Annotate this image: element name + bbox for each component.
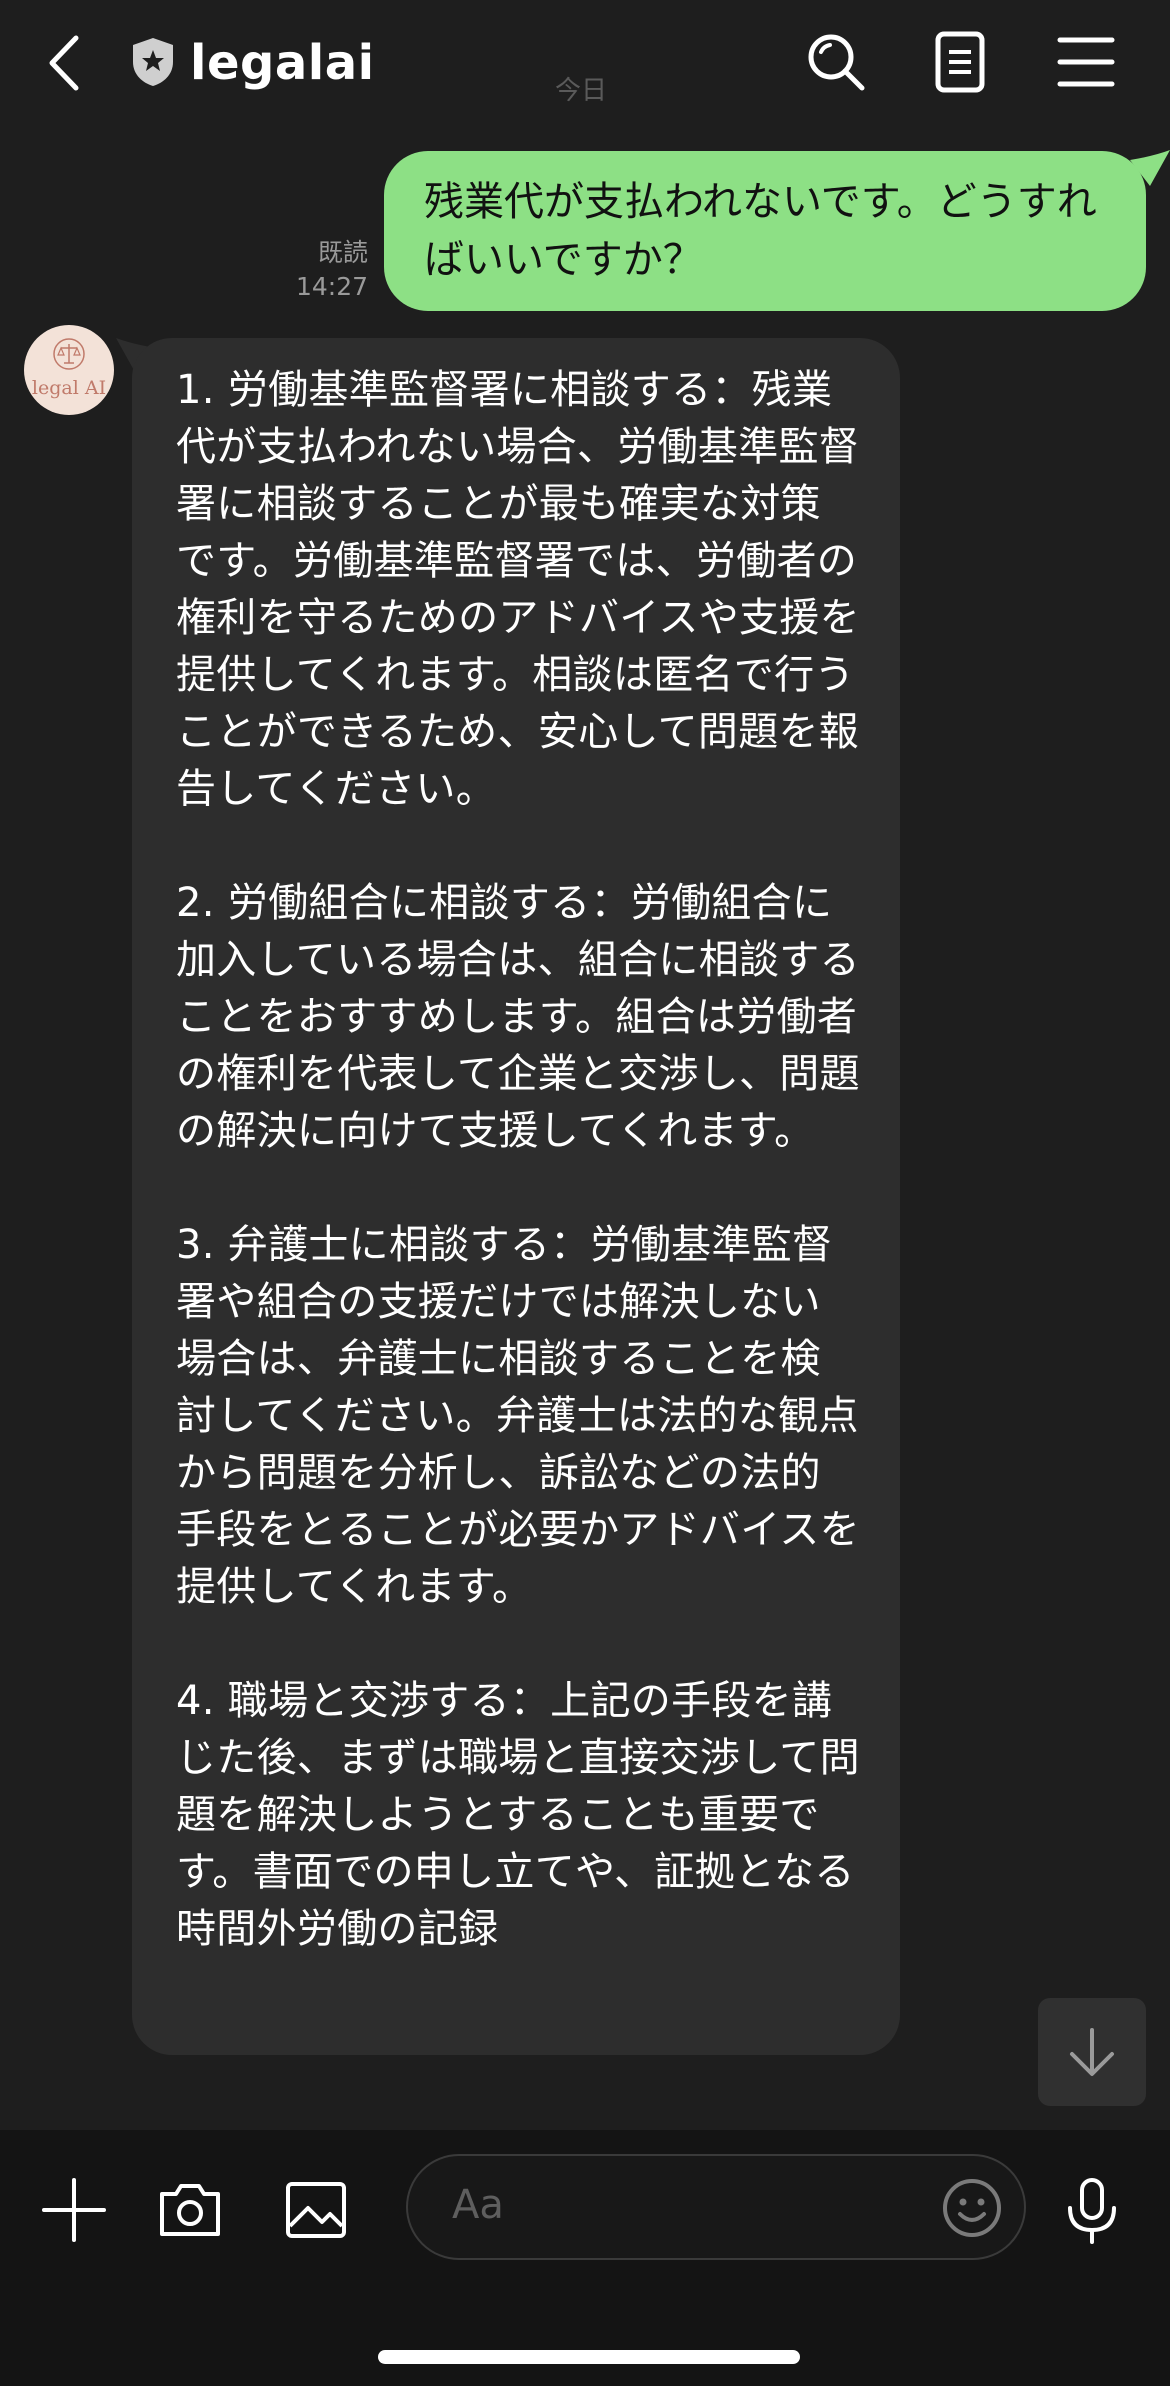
menu-icon[interactable] [1054, 30, 1118, 94]
input-placeholder: Aa [452, 2182, 504, 2228]
received-message-bubble[interactable]: 1. 労働基準監督署に相談する：残業代が支払われない場合、労働基準監督署に相談す… [132, 338, 900, 2055]
avatar[interactable]: legal AI [24, 325, 114, 415]
sent-message-meta: 既読 14:27 [296, 236, 368, 304]
answer-paragraph: 1. 労働基準監督署に相談する：残業代が支払われない場合、労働基準監督署に相談す… [176, 367, 860, 812]
emoji-icon[interactable] [940, 2176, 1004, 2240]
sent-message-bubble[interactable]: 残業代が支払われないです。どうすればいいですか？ [384, 151, 1146, 311]
image-icon[interactable] [280, 2174, 352, 2246]
camera-icon[interactable] [154, 2174, 226, 2246]
answer-paragraph: 2. 労働組合に相談する：労働組合に加入している場合は、組合に相談することをおす… [176, 880, 860, 1154]
message-list[interactable]: 既読 14:27 残業代が支払われないです。どうすればいいですか？ legal … [0, 128, 1170, 2130]
scroll-to-bottom-button[interactable] [1038, 1998, 1146, 2106]
shield-icon [133, 38, 173, 86]
chat-header: legalai 今日 [0, 0, 1170, 128]
avatar-label: legal AI [31, 377, 107, 399]
message-input[interactable]: Aa [406, 2154, 1026, 2260]
date-label: 今日 [555, 76, 608, 106]
microphone-icon[interactable] [1056, 2174, 1128, 2246]
arrow-down-icon [1070, 2028, 1114, 2076]
home-indicator[interactable] [378, 2350, 800, 2364]
chat-title[interactable]: legalai [190, 28, 375, 98]
answer-paragraph: 3. 弁護士に相談する：労働基準監督署や組合の支援だけでは解決しない場合は、弁護… [176, 1222, 860, 1610]
plus-icon[interactable] [38, 2174, 110, 2246]
answer-paragraph: 4. 職場と交渉する：上記の手段を講じた後、まずは職場と直接交渉して問題を解決し… [176, 1678, 860, 1952]
scale-icon [53, 338, 85, 370]
back-icon[interactable] [40, 28, 90, 98]
notes-icon[interactable] [928, 30, 992, 94]
search-icon[interactable] [804, 30, 868, 94]
read-receipt: 既読 [317, 238, 368, 267]
message-time: 14:27 [295, 272, 368, 301]
message-composer: Aa [0, 2130, 1170, 2386]
